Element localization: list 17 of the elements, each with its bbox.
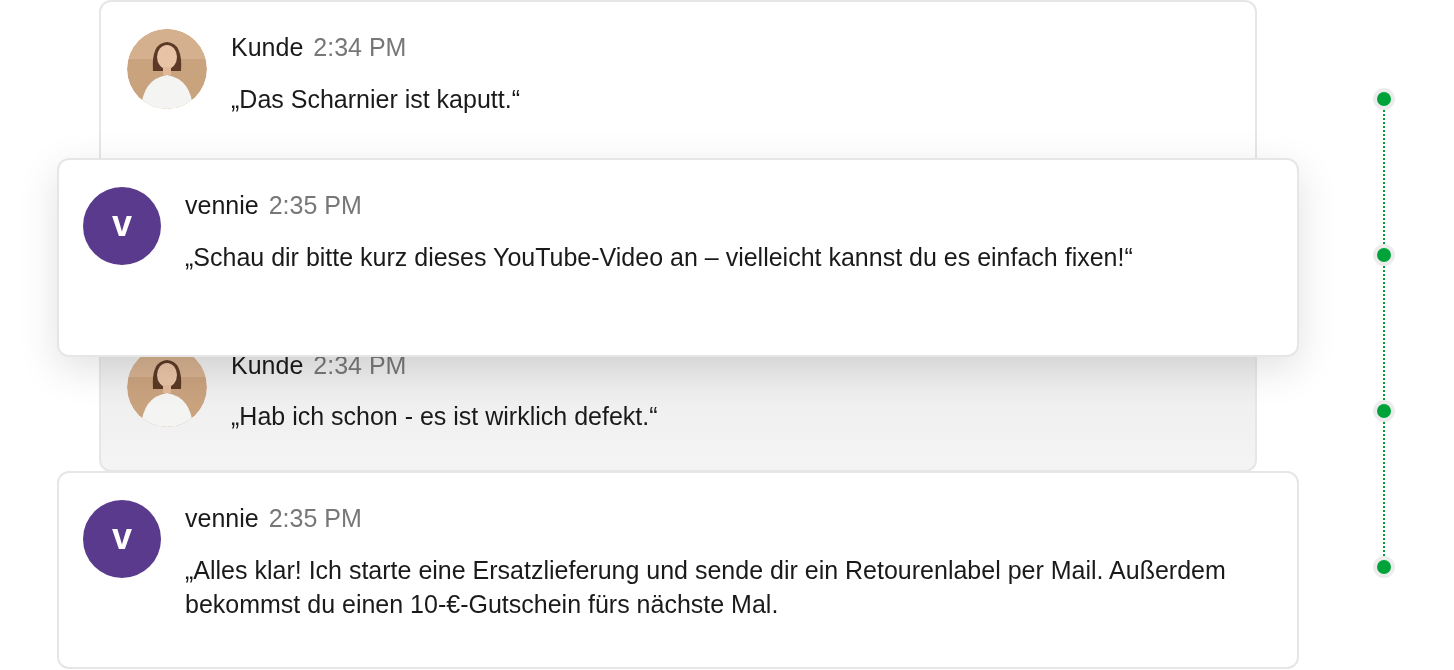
avatar-logo: v xyxy=(83,500,161,578)
message-text: „Das Scharnier ist kaputt.“ xyxy=(231,84,520,115)
sender-name: Kunde xyxy=(231,32,304,62)
timeline-dot xyxy=(1373,556,1395,578)
message-text: „Schau dir bitte kurz dieses YouTube-Video an – vielleicht kannst du es einfach fixen!“ xyxy=(185,242,1133,273)
message-time: 2:35 PM xyxy=(268,503,362,533)
avatar-logo: v xyxy=(83,187,161,265)
sender-name: vennie xyxy=(185,503,259,533)
sender-name: Kunde xyxy=(231,350,304,380)
message-text: „Alles klar! Ich starte eine Ersatzlieferung und sende dir ein Retourenlabel per Mail. Außerdem bekommst du einen 10-€-Gutschein fürs nächste Mal. xyxy=(185,555,1227,620)
timeline-dot xyxy=(1373,88,1395,110)
message-time: 2:34 PM xyxy=(313,32,407,62)
timeline-dot xyxy=(1373,400,1395,422)
message-time: 2:35 PM xyxy=(268,190,362,220)
timeline-dot xyxy=(1373,244,1395,266)
sender-name: vennie xyxy=(185,190,259,220)
message-text: „Hab ich schon - es ist wirklich defekt.“ xyxy=(231,401,658,432)
